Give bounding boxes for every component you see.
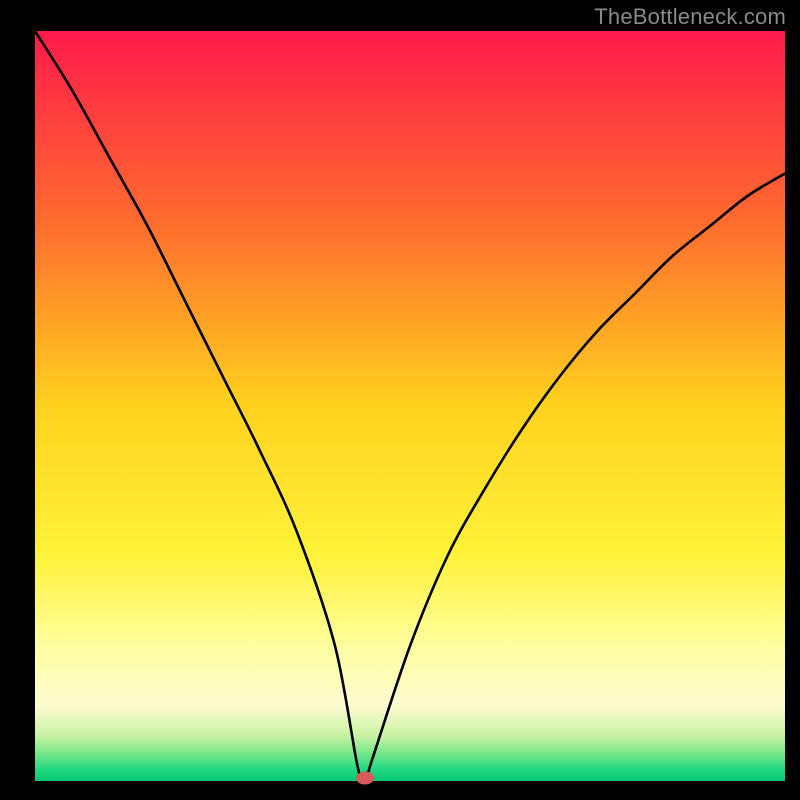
bottleneck-chart xyxy=(0,0,800,800)
watermark-text: TheBottleneck.com xyxy=(594,4,786,30)
plot-background xyxy=(35,31,785,781)
chart-container: TheBottleneck.com xyxy=(0,0,800,800)
optimum-marker xyxy=(356,772,374,785)
